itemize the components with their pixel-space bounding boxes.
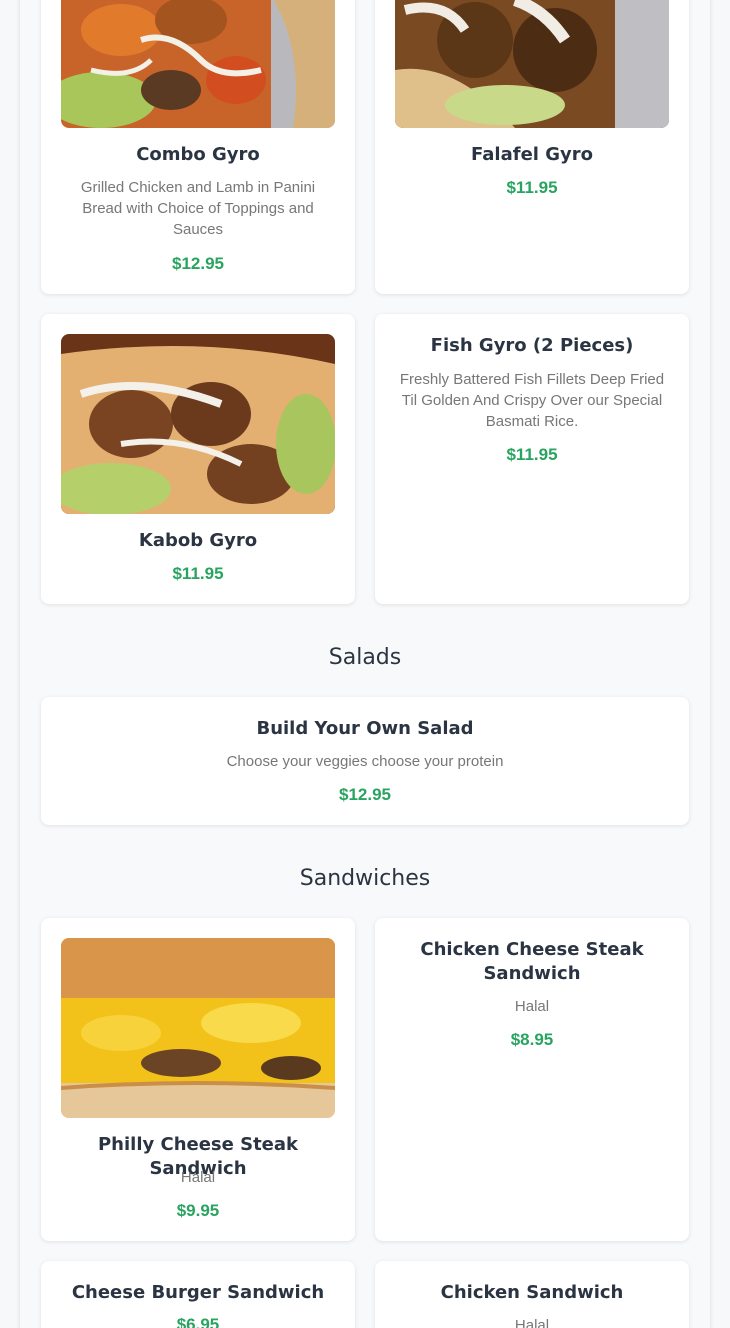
menu-item-philly-cheese-steak[interactable]: Philly Cheese Steak Sandwich Halal $9.95 xyxy=(41,918,355,1241)
falafel-gyro-image xyxy=(395,0,669,128)
menu-item-kabob-gyro[interactable]: Kabob Gyro $11.95 xyxy=(41,314,355,604)
menu-item-falafel-gyro[interactable]: Falafel Gyro $11.95 xyxy=(375,0,689,294)
kabob-gyro-image xyxy=(61,334,335,514)
item-price: $11.95 xyxy=(172,564,224,583)
item-name: Fish Gyro (2 Pieces) xyxy=(430,335,634,356)
item-price: $8.95 xyxy=(510,1030,554,1049)
item-name: Chicken Sandwich xyxy=(440,1282,624,1303)
combo-gyro-image xyxy=(61,0,335,128)
menu-item-combo-gyro[interactable]: Combo Gyro Grilled Chicken and Lamb in P… xyxy=(41,0,355,294)
item-price: $11.95 xyxy=(506,178,558,197)
item-price: $9.95 xyxy=(176,1201,220,1220)
item-description: Choose your veggies choose your protein xyxy=(226,753,504,770)
item-price: $12.95 xyxy=(172,254,224,273)
item-price: $12.95 xyxy=(339,785,391,804)
philly-cheese-steak-image xyxy=(61,938,335,1118)
item-description: Halal xyxy=(514,1317,550,1328)
item-description: Grilled Chicken and Lamb in Panini Bread… xyxy=(80,179,316,238)
item-name: Build Your Own Salad xyxy=(256,718,474,739)
item-price: $6.95 xyxy=(176,1315,220,1328)
item-description: Halal xyxy=(180,1169,216,1186)
item-description: Freshly Battered Fish Fillets Deep Fried… xyxy=(399,371,665,430)
menu-item-chicken-cheese-steak[interactable]: Chicken Cheese Steak Sandwich Halal $8.9… xyxy=(375,918,689,1241)
item-name: Combo Gyro xyxy=(136,144,260,165)
menu-item-build-your-own-salad[interactable]: Build Your Own Salad Choose your veggies… xyxy=(41,697,689,825)
item-description: Halal xyxy=(514,998,550,1015)
section-title-sandwiches: Sandwiches xyxy=(299,866,431,891)
menu-item-fish-gyro[interactable]: Fish Gyro (2 Pieces) Freshly Battered Fi… xyxy=(375,314,689,604)
item-price: $11.95 xyxy=(506,445,558,464)
item-name: Chicken Cheese Steak Sandwich xyxy=(420,939,644,984)
item-name: Kabob Gyro xyxy=(138,530,258,551)
item-name: Falafel Gyro xyxy=(471,144,593,165)
section-title-salads: Salads xyxy=(328,645,402,670)
menu-item-chicken-sandwich[interactable]: Chicken Sandwich Halal xyxy=(375,1261,689,1328)
menu-item-cheese-burger[interactable]: Cheese Burger Sandwich $6.95 xyxy=(41,1261,355,1328)
item-name: Cheese Burger Sandwich xyxy=(71,1282,325,1303)
